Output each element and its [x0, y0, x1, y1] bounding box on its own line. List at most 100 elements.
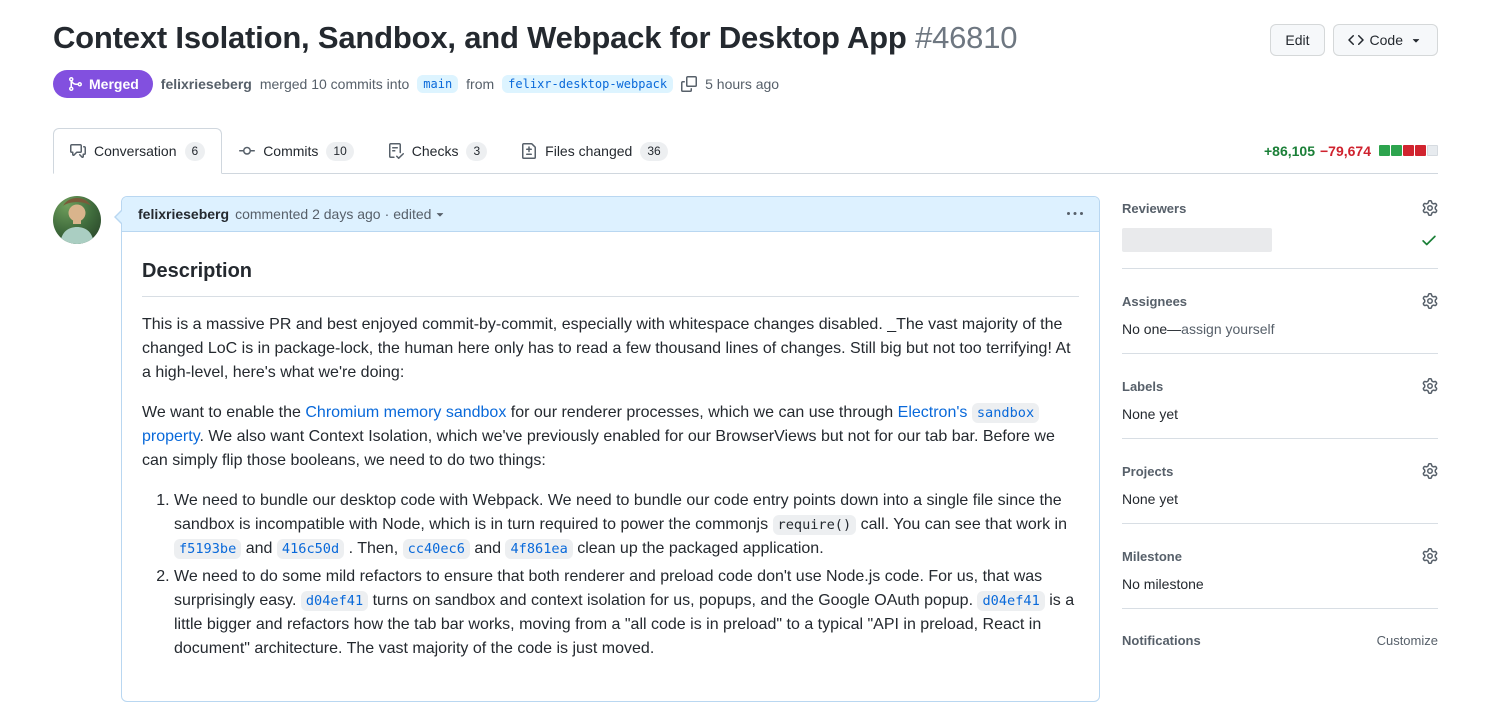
sidebar-section-assignees: Assignees No one—assign yourself [1122, 285, 1438, 354]
comment-header: felixrieseberg commented 2 days ago · ed… [122, 197, 1099, 232]
edited-dropdown[interactable]: edited [393, 206, 447, 222]
pr-page: Context Isolation, Sandbox, and Webpack … [0, 20, 1500, 702]
code-icon [1348, 32, 1364, 48]
commit-link[interactable]: d04ef41 [977, 591, 1044, 611]
tab-commits[interactable]: Commits 10 [222, 128, 371, 174]
labels-gear-button[interactable] [1422, 378, 1438, 394]
comment-discussion-icon [70, 143, 86, 159]
pr-title-text: Context Isolation, Sandbox, and Webpack … [53, 20, 907, 55]
tab-checks[interactable]: Checks 3 [371, 128, 504, 174]
avatar-column [53, 196, 101, 702]
tab-conversation[interactable]: Conversation 6 [53, 128, 222, 174]
head-branch-label[interactable]: felixr-desktop-webpack [502, 75, 673, 93]
tab-label: Commits [263, 141, 318, 161]
discussion-sidebar: Reviewers Assignees No one—assign yourse… [1122, 196, 1438, 676]
git-merge-icon [67, 76, 83, 92]
comment-author-link[interactable]: felixrieseberg [138, 206, 229, 222]
commit-link[interactable]: d04ef41 [301, 591, 368, 611]
edited-label: edited [393, 206, 431, 222]
approved-check-icon [1420, 231, 1438, 249]
comment-options-kebab[interactable] [1067, 206, 1083, 222]
diff-block-del [1415, 145, 1426, 156]
inline-link[interactable]: Electron's [898, 404, 968, 421]
description-heading: Description [142, 256, 1079, 297]
tab-files-changed[interactable]: Files changed 36 [504, 128, 685, 174]
pr-header: Context Isolation, Sandbox, and Webpack … [53, 20, 1438, 98]
pr-description-comment: felixrieseberg commented 2 days ago · ed… [121, 196, 1100, 702]
merge-action-text: merged 10 commits into [260, 76, 409, 92]
status-badge: Merged [53, 70, 153, 98]
projects-gear-button[interactable] [1422, 463, 1438, 479]
triangle-down-icon [433, 207, 447, 221]
reviewers-gear-button[interactable] [1422, 200, 1438, 216]
tabnav-tabs: Conversation 6 Commits 10 Checks 3 Files… [53, 128, 685, 173]
description-list: We need to bundle our desktop code with … [142, 489, 1079, 661]
meta-separator: · [385, 206, 390, 222]
gear-icon [1422, 293, 1438, 309]
assignees-heading: Assignees [1122, 294, 1187, 309]
reviewers-heading: Reviewers [1122, 201, 1186, 216]
assign-yourself-link[interactable]: assign yourself [1181, 321, 1274, 337]
avatar-image [53, 196, 101, 244]
copy-icon[interactable] [681, 76, 697, 92]
inline-link[interactable]: Chromium memory sandbox [305, 404, 506, 421]
comment-body: Description This is a massive PR and bes… [122, 232, 1099, 701]
reviewer-row [1122, 228, 1438, 252]
diff-block-add [1379, 145, 1390, 156]
labels-heading: Labels [1122, 379, 1163, 394]
tab-counter: 3 [466, 142, 487, 161]
gear-icon [1422, 548, 1438, 564]
labels-empty-text: None yet [1122, 406, 1438, 422]
tab-counter: 6 [185, 142, 206, 161]
sidebar-section-labels: Labels None yet [1122, 370, 1438, 439]
pr-tabnav: Conversation 6 Commits 10 Checks 3 Files… [53, 128, 1438, 174]
description-paragraph: This is a massive PR and best enjoyed co… [142, 313, 1079, 385]
diff-block-add [1391, 145, 1402, 156]
pr-meta-row: Merged felixrieseberg merged 10 commits … [53, 70, 1438, 98]
inline-link[interactable]: property [142, 428, 200, 445]
sidebar-section-notifications: Notifications Customize [1122, 625, 1438, 676]
gear-icon [1422, 378, 1438, 394]
diff-block-del [1403, 145, 1414, 156]
inline-code: require() [773, 515, 857, 535]
diff-block-neutral [1427, 145, 1438, 156]
customize-link[interactable]: Customize [1377, 633, 1438, 648]
commit-link[interactable]: 416c50d [277, 539, 344, 559]
file-diff-icon [521, 143, 537, 159]
milestone-heading: Milestone [1122, 549, 1182, 564]
from-text: from [466, 76, 494, 92]
kebab-icon [1067, 206, 1083, 222]
gear-icon [1422, 463, 1438, 479]
commit-link[interactable]: sandbox [972, 403, 1039, 423]
diffstat-deletions: −79,674 [1320, 143, 1371, 159]
commit-link[interactable]: 4f861ea [505, 539, 572, 559]
tab-label: Checks [412, 141, 459, 161]
diffstat-blocks [1378, 143, 1438, 159]
pr-number: #46810 [915, 20, 1017, 55]
chevron-down-icon [1409, 33, 1423, 47]
list-item: We need to do some mild refactors to ens… [174, 565, 1079, 661]
merged-time: 5 hours ago [705, 76, 779, 92]
sidebar-section-milestone: Milestone No milestone [1122, 540, 1438, 609]
code-dropdown-button[interactable]: Code [1333, 24, 1438, 56]
avatar[interactable] [53, 196, 101, 244]
base-branch-label[interactable]: main [417, 75, 458, 93]
milestone-empty-text: No milestone [1122, 576, 1438, 592]
description-paragraph: We want to enable the Chromium memory sa… [142, 401, 1079, 473]
list-item: We need to bundle our desktop code with … [174, 489, 1079, 561]
header-actions: Edit Code [1270, 20, 1438, 56]
tab-label: Files changed [545, 141, 632, 161]
tab-counter: 10 [326, 142, 353, 161]
commit-link[interactable]: cc40ec6 [403, 539, 470, 559]
pr-author-link[interactable]: felixrieseberg [161, 76, 252, 92]
checklist-icon [388, 143, 404, 159]
milestone-gear-button[interactable] [1422, 548, 1438, 564]
assignees-gear-button[interactable] [1422, 293, 1438, 309]
sidebar-section-projects: Projects None yet [1122, 455, 1438, 524]
page-title: Context Isolation, Sandbox, and Webpack … [53, 20, 1270, 56]
conversation-timeline: felixrieseberg commented 2 days ago · ed… [53, 196, 1100, 702]
edit-button[interactable]: Edit [1270, 24, 1324, 56]
commit-link[interactable]: f5193be [174, 539, 241, 559]
tab-label: Conversation [94, 141, 177, 161]
reviewer-redacted [1122, 228, 1272, 252]
